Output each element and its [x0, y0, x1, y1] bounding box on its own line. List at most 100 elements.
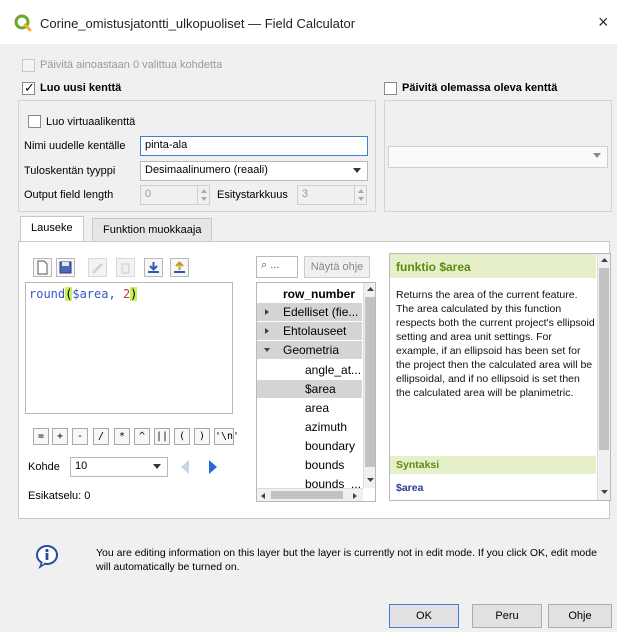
- spin-arrows-icon: [197, 186, 209, 204]
- chevron-down-icon: [353, 168, 361, 173]
- expand-down-icon: [264, 348, 270, 352]
- tree-scroll-thumb[interactable]: [365, 297, 375, 467]
- scroll-left-icon: [261, 493, 265, 499]
- info-message: You are editing information on this laye…: [96, 547, 597, 573]
- tab-lauseke[interactable]: Lauseke: [20, 216, 84, 242]
- operator-plus-button[interactable]: +: [52, 428, 68, 445]
- virtual-field-checkbox[interactable]: [28, 115, 41, 128]
- tree-group-ehtolauseet[interactable]: Ehtolauseet: [257, 322, 362, 340]
- tree-hscroll-thumb[interactable]: [271, 491, 343, 499]
- precision-spinbox[interactable]: 3: [297, 185, 367, 205]
- tree-horizontal-scrollbar[interactable]: [257, 488, 363, 501]
- expression-editor[interactable]: round($area, 2): [25, 282, 233, 414]
- field-name-label: Nimi uudelle kentälle: [24, 140, 126, 152]
- operator-open-paren-button[interactable]: (: [174, 428, 190, 445]
- search-icon: ⌕: [261, 259, 268, 271]
- operator-close-paren-button[interactable]: ): [194, 428, 210, 445]
- tree-group-label: Geometria: [283, 343, 340, 357]
- field-length-label: Output field length: [24, 189, 114, 201]
- precision-label: Esitystarkkuus: [217, 189, 288, 201]
- update-existing-field-label: Päivitä olemassa oleva kenttä: [402, 82, 558, 94]
- scroll-up-icon: [601, 258, 608, 262]
- search-placeholder: ...: [270, 259, 280, 271]
- qgis-icon: [14, 14, 32, 32]
- tree-item-boundary[interactable]: boundary: [305, 437, 355, 455]
- tree-item-row-number[interactable]: row_number: [283, 285, 355, 303]
- help-description: Returns the area of the current feature.…: [396, 289, 595, 399]
- update-selected-label: Päivitä ainoastaan 0 valittua kohdetta: [40, 59, 223, 71]
- field-length-value: 0: [145, 188, 152, 200]
- import-icon[interactable]: [144, 258, 163, 277]
- existing-field-select[interactable]: [388, 146, 608, 168]
- scroll-right-icon: [353, 493, 357, 499]
- feature-select[interactable]: 10: [70, 457, 168, 477]
- edit-icon[interactable]: [88, 258, 107, 277]
- tree-group-geometria[interactable]: Geometria: [257, 341, 362, 359]
- field-name-input[interactable]: pinta-ala: [140, 136, 368, 156]
- feature-value: 10: [75, 460, 88, 472]
- close-icon[interactable]: ×: [598, 12, 609, 33]
- chevron-down-icon: [153, 464, 161, 469]
- tree-item-area-selected[interactable]: $area: [257, 380, 362, 398]
- help-title: funktio $area: [390, 254, 596, 278]
- operator-power-button[interactable]: ^: [134, 428, 150, 445]
- delete-icon[interactable]: [116, 258, 135, 277]
- field-type-label: Tuloskentän tyyppi: [24, 165, 116, 177]
- expr-close-paren: ): [130, 287, 138, 301]
- expand-right-icon: [265, 309, 269, 315]
- window-title: Corine_omistusjatontti_ulkopuoliset — Fi…: [40, 16, 356, 31]
- preview-label: Esikatselu: 0: [28, 490, 90, 502]
- tree-item-label: $area: [305, 382, 336, 396]
- scroll-down-icon: [601, 490, 608, 494]
- function-tree: row_number Edelliset (fie... Ehtolauseet…: [256, 282, 376, 502]
- scroll-up-icon: [367, 287, 374, 291]
- help-scroll-thumb[interactable]: [599, 268, 609, 450]
- save-icon[interactable]: [56, 258, 75, 277]
- tree-item-angle-at[interactable]: angle_at...: [305, 361, 361, 379]
- expand-right-icon: [265, 328, 269, 334]
- tree-vertical-scrollbar[interactable]: [363, 283, 375, 488]
- previous-feature-button[interactable]: [174, 456, 196, 478]
- tree-item-bounds[interactable]: bounds: [305, 456, 344, 474]
- field-type-value: Desimaalinumero (reaali): [145, 164, 268, 176]
- preview-label-text: Esikatselu:: [28, 490, 82, 502]
- expr-function: round: [29, 287, 66, 301]
- tree-group-edelliset[interactable]: Edelliset (fie...: [257, 303, 362, 321]
- update-existing-field-checkbox[interactable]: [384, 82, 397, 95]
- tree-group-label: Edelliset (fie...: [283, 305, 359, 319]
- precision-value: 3: [302, 188, 309, 200]
- next-feature-button[interactable]: [202, 456, 224, 478]
- update-selected-checkbox[interactable]: [22, 59, 35, 72]
- create-new-field-checkbox[interactable]: [22, 80, 35, 96]
- cancel-button[interactable]: Peru: [472, 604, 542, 628]
- show-help-button[interactable]: Näytä ohje: [304, 256, 370, 278]
- operator-minus-button[interactable]: -: [72, 428, 88, 445]
- help-vertical-scrollbar[interactable]: [597, 254, 610, 500]
- spin-arrows-icon: [354, 186, 366, 204]
- operator-multiply-button[interactable]: *: [114, 428, 130, 445]
- operator-newline-button[interactable]: '\n': [214, 428, 239, 445]
- info-icon: [34, 543, 60, 569]
- new-file-icon[interactable]: [33, 258, 52, 277]
- operator-equals-button[interactable]: =: [33, 428, 49, 445]
- operator-concat-button[interactable]: ||: [154, 428, 170, 445]
- field-type-select[interactable]: Desimaalinumero (reaali): [140, 161, 368, 181]
- virtual-field-label: Luo virtuaalikenttä: [46, 116, 136, 128]
- search-input[interactable]: ⌕ ...: [256, 256, 298, 278]
- help-syntax-code: $area: [396, 482, 424, 494]
- export-icon[interactable]: [170, 258, 189, 277]
- help-syntax-header: Syntaksi: [390, 456, 596, 474]
- tree-item-azimuth[interactable]: azimuth: [305, 418, 347, 436]
- tab-funktion-muokkaaja[interactable]: Funktion muokkaaja: [92, 218, 213, 242]
- tree-group-label: Ehtolauseet: [283, 324, 347, 338]
- ok-button[interactable]: OK: [389, 604, 459, 628]
- preview-value: 0: [84, 490, 91, 502]
- help-button[interactable]: Ohje: [548, 604, 612, 628]
- tree-item-area[interactable]: area: [305, 399, 329, 417]
- operator-divide-button[interactable]: /: [93, 428, 109, 445]
- chevron-down-icon: [593, 153, 601, 158]
- help-panel: funktio $area Returns the area of the cu…: [389, 253, 611, 501]
- expr-argument: $area,: [72, 287, 123, 301]
- field-length-spinbox[interactable]: 0: [140, 185, 210, 205]
- feature-label: Kohde: [28, 461, 60, 473]
